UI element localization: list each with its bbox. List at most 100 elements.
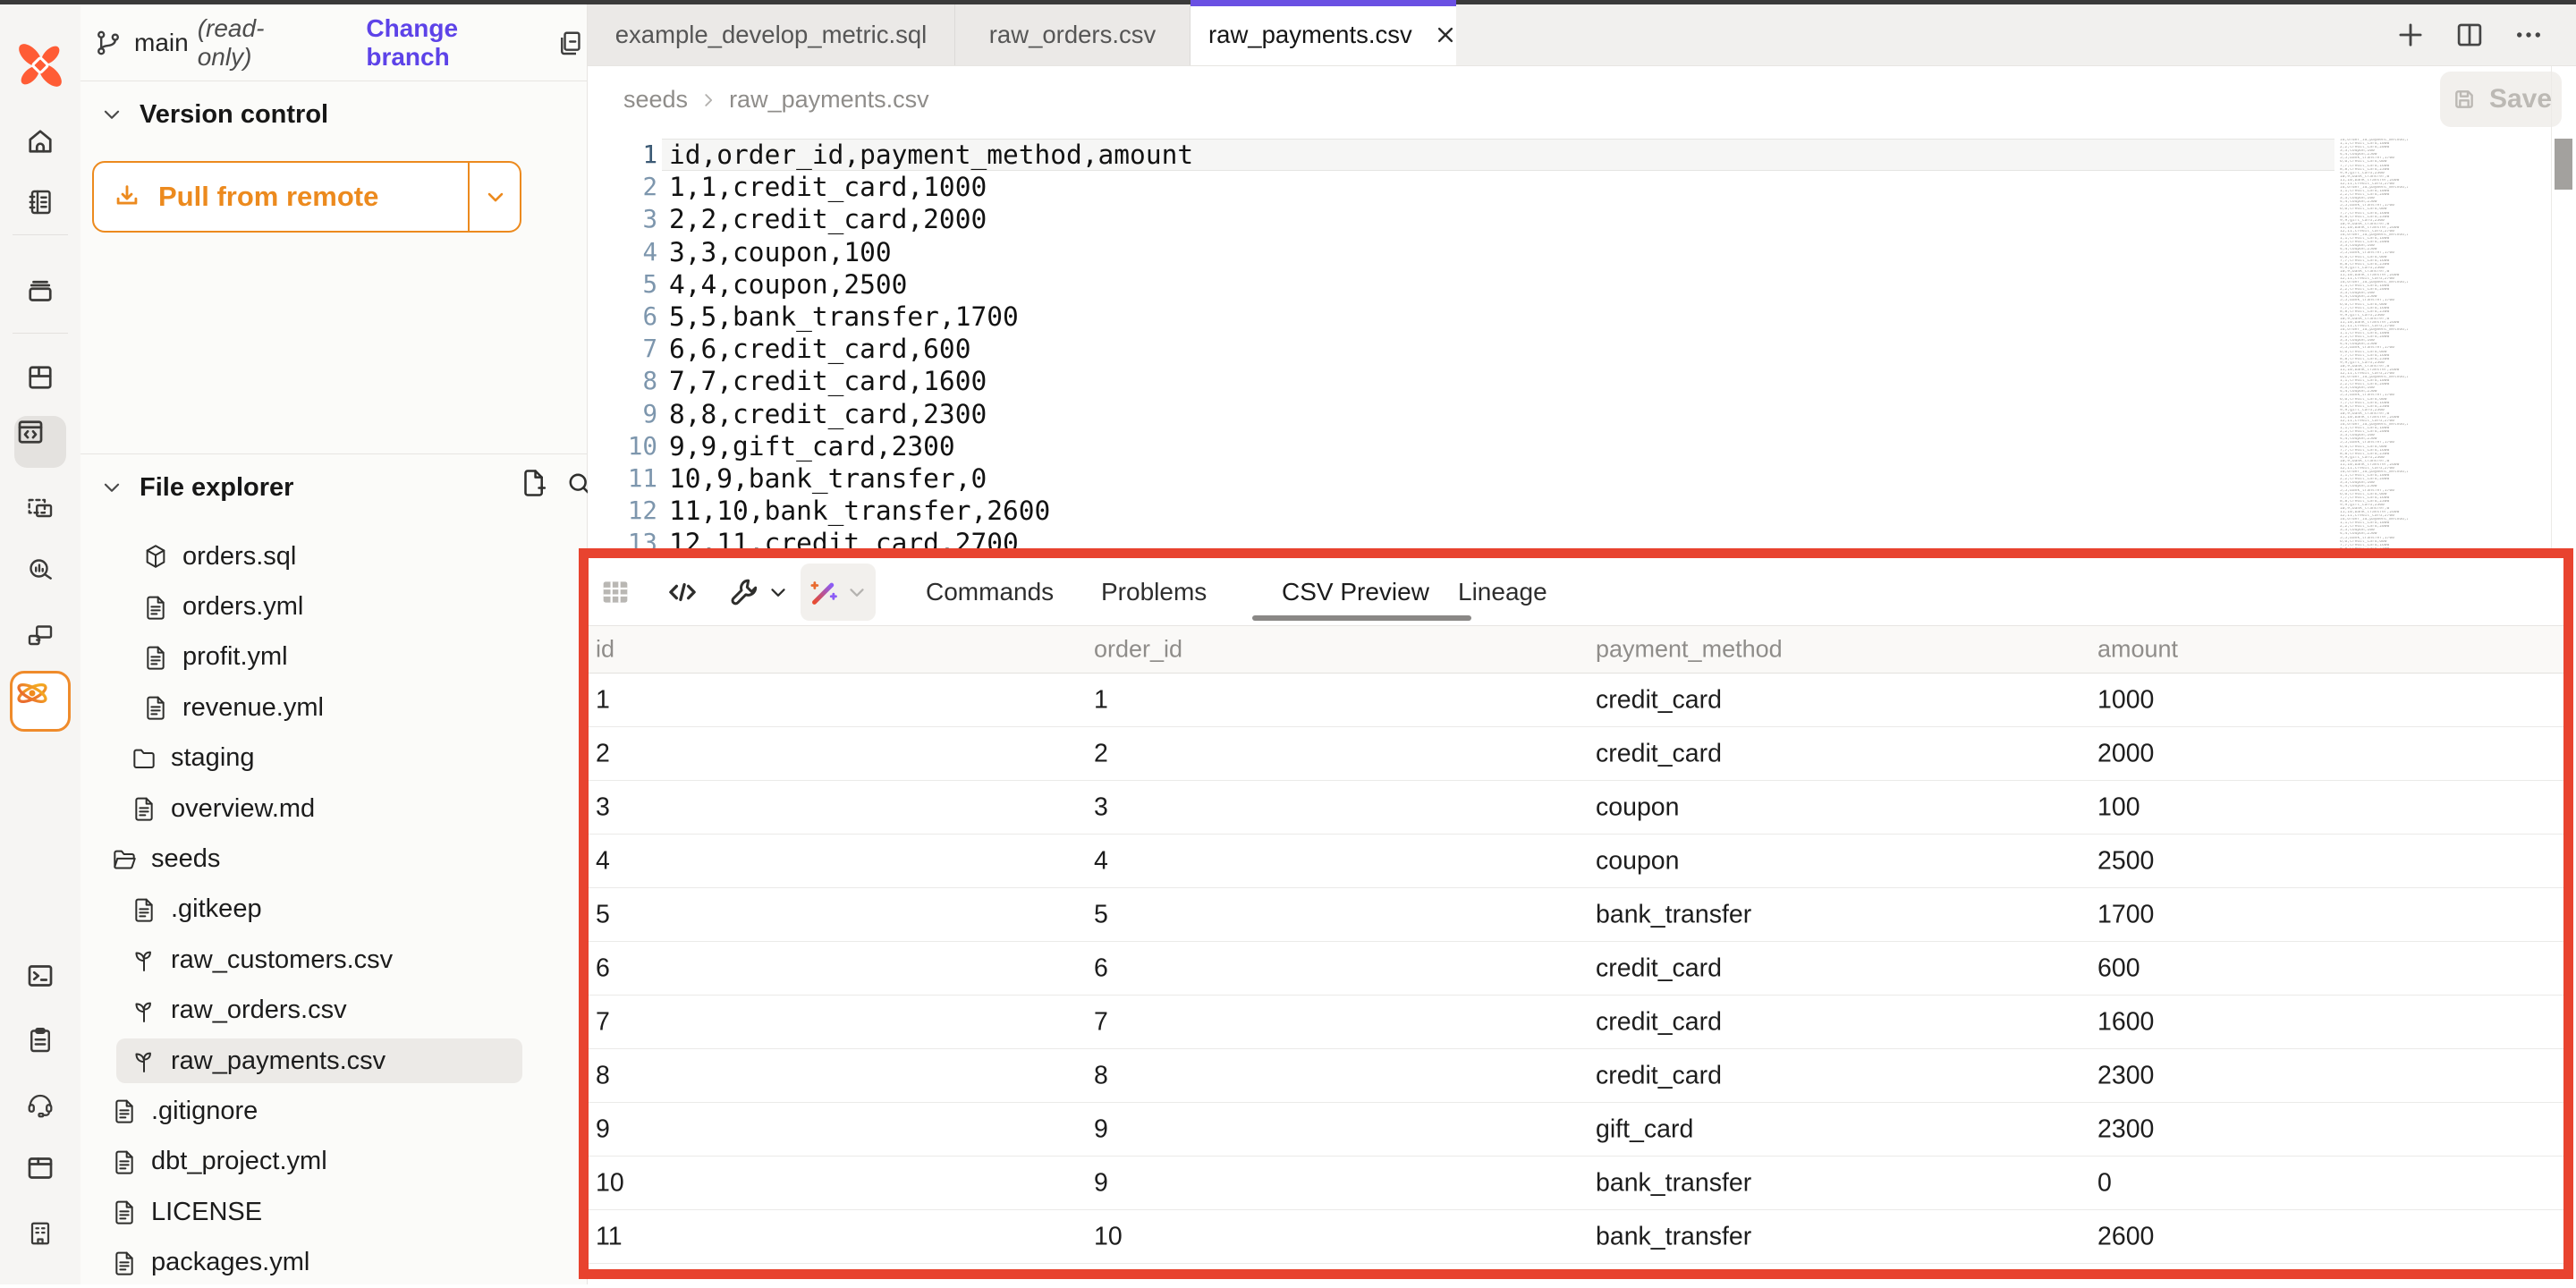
file-doc-icon (110, 1196, 139, 1228)
file-row[interactable]: raw_customers.csv (80, 935, 587, 985)
table-cell: credit_card (1596, 1007, 1722, 1037)
breadcrumb-segment[interactable]: raw_payments.csv (729, 86, 929, 114)
table-cell: 6 (596, 953, 610, 983)
minimap[interactable]: id,order_id,payment_method,amount1,1,cre… (2340, 139, 2408, 552)
table-row: 33coupon100 (589, 781, 2563, 835)
data-search-icon[interactable] (24, 554, 56, 586)
file-row[interactable]: orders.yml (80, 581, 587, 631)
line-text: 12,11,credit_card,2700 (669, 528, 1019, 558)
line-number: 12 (588, 496, 657, 525)
table-cell: 9 (596, 1114, 610, 1144)
breadcrumb-chevron-icon (699, 90, 718, 110)
version-control-title: Version control (140, 100, 328, 130)
duplicate-icon[interactable] (555, 27, 587, 59)
chevron-down-icon[interactable] (767, 580, 790, 604)
frame-select-icon[interactable] (24, 492, 56, 524)
chevron-down-icon[interactable] (483, 184, 508, 209)
scrollbar-thumb[interactable] (2555, 139, 2572, 190)
close-icon[interactable] (1432, 21, 1459, 48)
code-editor[interactable]: 1id,order_id,payment_method,amount21,1,c… (588, 139, 2576, 559)
file-row[interactable]: packages.yml (80, 1237, 587, 1287)
file-row[interactable]: dbt_project.yml (80, 1137, 587, 1187)
file-row[interactable]: revenue.yml (80, 682, 587, 733)
table-header: idorder_idpayment_methodamount (589, 626, 2563, 674)
folder-open-icon (110, 843, 139, 876)
more-options-icon[interactable] (2512, 18, 2546, 52)
home-icon[interactable] (24, 125, 56, 157)
dashboard-icon[interactable] (24, 361, 56, 394)
table-cell: 2500 (2097, 846, 2154, 876)
panel-tab-problems[interactable]: Problems (1101, 558, 1207, 626)
breadcrumb: seeds raw_payments.csv (623, 86, 929, 114)
breadcrumb-segment[interactable]: seeds (623, 86, 688, 114)
line-number: 1 (588, 140, 657, 169)
magic-wand-icon[interactable] (805, 573, 843, 611)
file-row[interactable]: raw_payments.csv (80, 1036, 587, 1086)
line-number: 8 (588, 367, 657, 395)
table-icon[interactable] (597, 574, 633, 610)
table-cell: credit_card (1596, 685, 1722, 715)
browser-icon[interactable] (24, 1152, 56, 1184)
wrench-icon[interactable] (726, 574, 762, 610)
new-file-icon[interactable] (517, 466, 551, 500)
panel-tab-lineage[interactable]: Lineage (1458, 558, 1547, 626)
line-number: 10 (588, 432, 657, 461)
change-branch-link[interactable]: Change branch (366, 14, 531, 72)
pull-from-remote-button[interactable]: Pull from remote (92, 161, 521, 233)
file-doc-icon (130, 792, 158, 825)
file-row[interactable]: overview.md (80, 784, 587, 834)
version-control-header[interactable]: Version control (100, 94, 328, 135)
code-line: 21,1,credit_card,1000 (588, 171, 2576, 203)
chevron-down-icon (100, 476, 123, 499)
notebook-icon[interactable] (24, 186, 56, 218)
dbt-logo[interactable] (14, 39, 66, 91)
windows-link-icon[interactable] (24, 620, 56, 652)
save-button[interactable]: Save (2440, 72, 2562, 127)
table-cell: coupon (1596, 846, 1680, 876)
code-window-icon[interactable] (14, 416, 66, 468)
building-icon[interactable] (24, 1217, 56, 1250)
file-row[interactable]: profit.yml (80, 632, 587, 682)
active-tab-underline (1252, 615, 1471, 621)
code-line: 76,6,credit_card,600 (588, 333, 2576, 365)
section-divider (80, 453, 587, 454)
terminal-icon[interactable] (24, 960, 56, 992)
file-name: raw_customers.csv (171, 945, 393, 975)
code-line: 1110,9,bank_transfer,0 (588, 462, 2576, 495)
file-row[interactable]: orders.sql (80, 531, 587, 581)
file-explorer-header[interactable]: File explorer (100, 467, 293, 508)
clipboard-icon[interactable] (24, 1024, 56, 1056)
editor-tab[interactable]: example_develop_metric.sql (588, 4, 955, 65)
file-row[interactable]: raw_orders.csv (80, 986, 587, 1036)
editor-tab[interactable]: raw_payments.csv (1191, 4, 1456, 65)
dbt-atom-icon[interactable] (10, 671, 71, 732)
table-row: 1110bank_transfer2600 (589, 1210, 2563, 1264)
new-tab-icon[interactable] (2394, 18, 2428, 52)
line-text: 8,8,credit_card,2300 (669, 399, 987, 429)
line-text: 4,4,coupon,2500 (669, 269, 907, 300)
file-name: packages.yml (151, 1248, 309, 1277)
file-row[interactable]: .gitignore (80, 1086, 587, 1136)
table-cell: 8 (1094, 1061, 1108, 1090)
archive-icon[interactable] (24, 275, 56, 307)
chevron-down-icon[interactable] (845, 580, 869, 604)
headset-icon[interactable] (24, 1088, 56, 1120)
chevron-down-icon (100, 103, 123, 126)
file-row[interactable]: staging (80, 733, 587, 784)
branch-name: main (134, 29, 189, 57)
split-editor-icon[interactable] (2453, 18, 2487, 52)
table-cell: 100 (2097, 792, 2140, 822)
table-cell: 2300 (2097, 1061, 2154, 1090)
table-cell: 5 (1094, 900, 1108, 929)
git-branch-icon (93, 28, 123, 58)
panel-tab-commands[interactable]: Commands (926, 558, 1054, 626)
column-header: order_id (1094, 636, 1182, 664)
table-cell: 6 (1094, 953, 1108, 983)
file-row[interactable]: LICENSE (80, 1187, 587, 1237)
file-row[interactable]: seeds (80, 834, 587, 884)
code-icon[interactable] (664, 573, 701, 611)
file-doc-icon (141, 641, 170, 674)
file-row[interactable]: .gitkeep (80, 885, 587, 935)
code-line: 43,3,coupon,100 (588, 236, 2576, 268)
editor-tab[interactable]: raw_orders.csv (955, 4, 1191, 65)
